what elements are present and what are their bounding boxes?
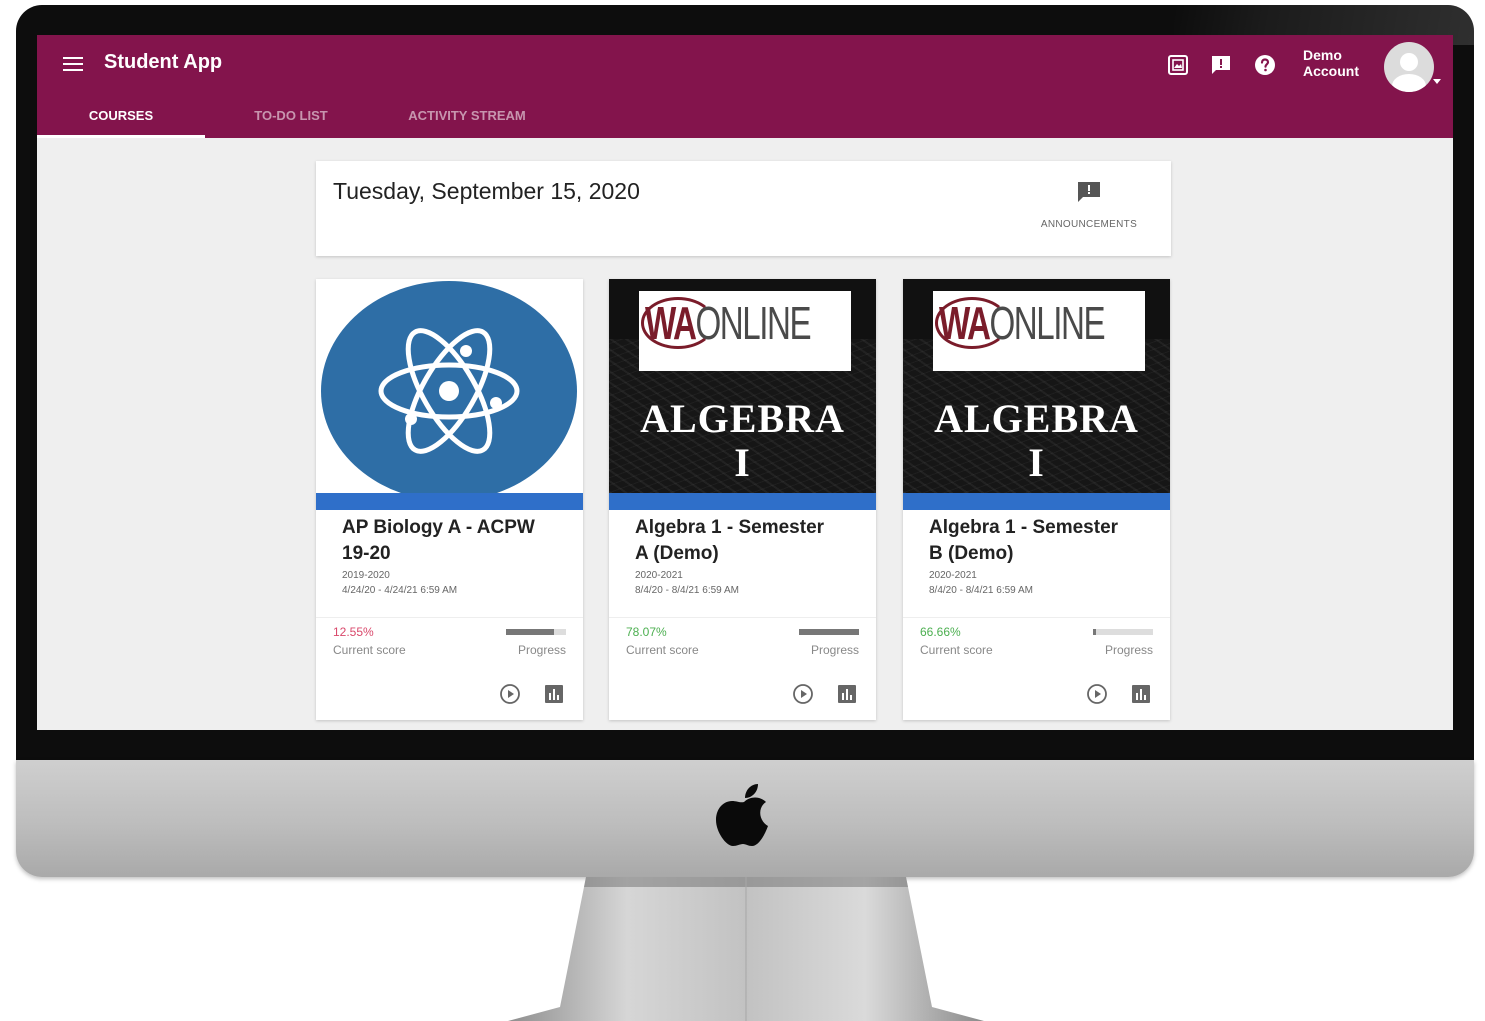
tab-courses[interactable]: COURSES bbox=[37, 101, 205, 138]
play-icon[interactable] bbox=[499, 683, 521, 705]
play-icon[interactable] bbox=[792, 683, 814, 705]
card-divider bbox=[316, 617, 583, 618]
course-title-line1: Algebra 1 - Semester bbox=[929, 517, 1119, 538]
progress-label: Progress bbox=[810, 643, 859, 657]
thumbnail-title-line1: ALGEBRA bbox=[934, 396, 1139, 441]
course-card[interactable]: WAONLINE ALGEBRA I Algebra 1 - Semester … bbox=[903, 279, 1170, 720]
play-icon[interactable] bbox=[1086, 683, 1108, 705]
bar-chart-icon[interactable] bbox=[1131, 684, 1151, 704]
thumbnail-title: ALGEBRA I bbox=[609, 397, 876, 485]
chevron-down-icon[interactable] bbox=[1433, 79, 1441, 84]
logo-online: ONLINE bbox=[695, 297, 811, 349]
current-score-value: 78.07% bbox=[626, 625, 667, 639]
course-thumbnail: WAONLINE ALGEBRA I bbox=[903, 279, 1170, 493]
progress-bar bbox=[1093, 629, 1153, 635]
current-score-label: Current score bbox=[333, 643, 406, 657]
course-title: Algebra 1 - Semester A (Demo) bbox=[635, 515, 865, 567]
course-title: Algebra 1 - Semester B (Demo) bbox=[929, 515, 1159, 567]
menu-icon[interactable] bbox=[63, 57, 83, 71]
app-title: Student App bbox=[104, 51, 223, 73]
course-title-line2: 19-20 bbox=[342, 543, 391, 564]
thumbnail-accent-bar bbox=[903, 493, 1170, 510]
card-divider bbox=[903, 617, 1170, 618]
current-score-value: 12.55% bbox=[333, 625, 374, 639]
course-title-line2: B (Demo) bbox=[929, 543, 1014, 564]
progress-label: Progress bbox=[1104, 643, 1153, 657]
thumbnail-title-line2: I bbox=[734, 440, 751, 485]
course-title-line1: Algebra 1 - Semester bbox=[635, 517, 825, 538]
monitor-stand bbox=[508, 877, 984, 1021]
progress-bar bbox=[506, 629, 566, 635]
thumbnail-title-line1: ALGEBRA bbox=[640, 396, 845, 441]
course-thumbnail: WAONLINE ALGEBRA I bbox=[609, 279, 876, 493]
progress-fill bbox=[506, 629, 554, 635]
tab-activity-stream[interactable]: ACTIVITY STREAM bbox=[381, 101, 553, 138]
announcements-icon[interactable] bbox=[1076, 181, 1102, 203]
app-bar: Student App COURSES TO-DO LIST ACTIVITY … bbox=[37, 35, 1453, 138]
logo-wa: WA bbox=[645, 297, 697, 349]
thumbnail-accent-bar bbox=[316, 493, 583, 510]
apple-logo-icon bbox=[716, 784, 768, 846]
wa-online-logo: WAONLINE bbox=[639, 291, 851, 371]
course-title-line1: AP Biology A - ACPW bbox=[342, 517, 535, 538]
card-divider bbox=[609, 617, 876, 618]
account-name-line1: Demo bbox=[1303, 47, 1342, 63]
logo-online: ONLINE bbox=[989, 297, 1105, 349]
progress-bar bbox=[799, 629, 859, 635]
course-title-line2: A (Demo) bbox=[635, 543, 719, 564]
gallery-icon[interactable] bbox=[1166, 53, 1190, 77]
thumbnail-title-line2: I bbox=[1028, 440, 1045, 485]
bar-chart-icon[interactable] bbox=[837, 684, 857, 704]
course-card[interactable]: AP Biology A - ACPW 19-20 2019-2020 4/24… bbox=[316, 279, 583, 720]
account-name[interactable]: Demo Account bbox=[1303, 47, 1383, 79]
course-card[interactable]: WAONLINE ALGEBRA I Algebra 1 - Semester … bbox=[609, 279, 876, 720]
date-card: Tuesday, September 15, 2020 ANNOUNCEMENT… bbox=[316, 161, 1171, 256]
account-name-line2: Account bbox=[1303, 63, 1359, 79]
current-date: Tuesday, September 15, 2020 bbox=[333, 178, 640, 204]
avatar[interactable] bbox=[1384, 42, 1434, 92]
help-icon[interactable] bbox=[1253, 53, 1277, 77]
wa-logo-text: WAONLINE bbox=[645, 295, 812, 351]
course-term: 2020-2021 bbox=[929, 570, 977, 581]
progress-fill bbox=[799, 629, 859, 635]
wa-logo-text: WAONLINE bbox=[939, 295, 1106, 351]
current-score-label: Current score bbox=[920, 643, 993, 657]
atom-icon bbox=[321, 281, 577, 493]
current-score-label: Current score bbox=[626, 643, 699, 657]
progress-fill bbox=[1093, 629, 1096, 635]
course-dates: 4/24/20 - 4/24/21 6:59 AM bbox=[342, 585, 458, 596]
course-term: 2020-2021 bbox=[635, 570, 683, 581]
logo-wa: WA bbox=[939, 297, 991, 349]
course-term: 2019-2020 bbox=[342, 570, 390, 581]
course-dates: 8/4/20 - 8/4/21 6:59 AM bbox=[635, 585, 739, 596]
feedback-icon[interactable] bbox=[1209, 53, 1233, 77]
course-title: AP Biology A - ACPW 19-20 bbox=[342, 515, 572, 567]
app-screen: Student App COURSES TO-DO LIST ACTIVITY … bbox=[37, 35, 1453, 730]
user-silhouette-icon bbox=[1392, 53, 1426, 92]
bar-chart-icon[interactable] bbox=[544, 684, 564, 704]
current-score-value: 66.66% bbox=[920, 625, 961, 639]
thumbnail-accent-bar bbox=[609, 493, 876, 510]
course-dates: 8/4/20 - 8/4/21 6:59 AM bbox=[929, 585, 1033, 596]
announcements-link[interactable]: ANNOUNCEMENTS bbox=[1016, 219, 1162, 230]
course-thumbnail bbox=[316, 279, 583, 493]
thumbnail-title: ALGEBRA I bbox=[903, 397, 1170, 485]
wa-online-logo: WAONLINE bbox=[933, 291, 1145, 371]
tab-todo-list[interactable]: TO-DO LIST bbox=[231, 101, 351, 138]
progress-label: Progress bbox=[517, 643, 566, 657]
